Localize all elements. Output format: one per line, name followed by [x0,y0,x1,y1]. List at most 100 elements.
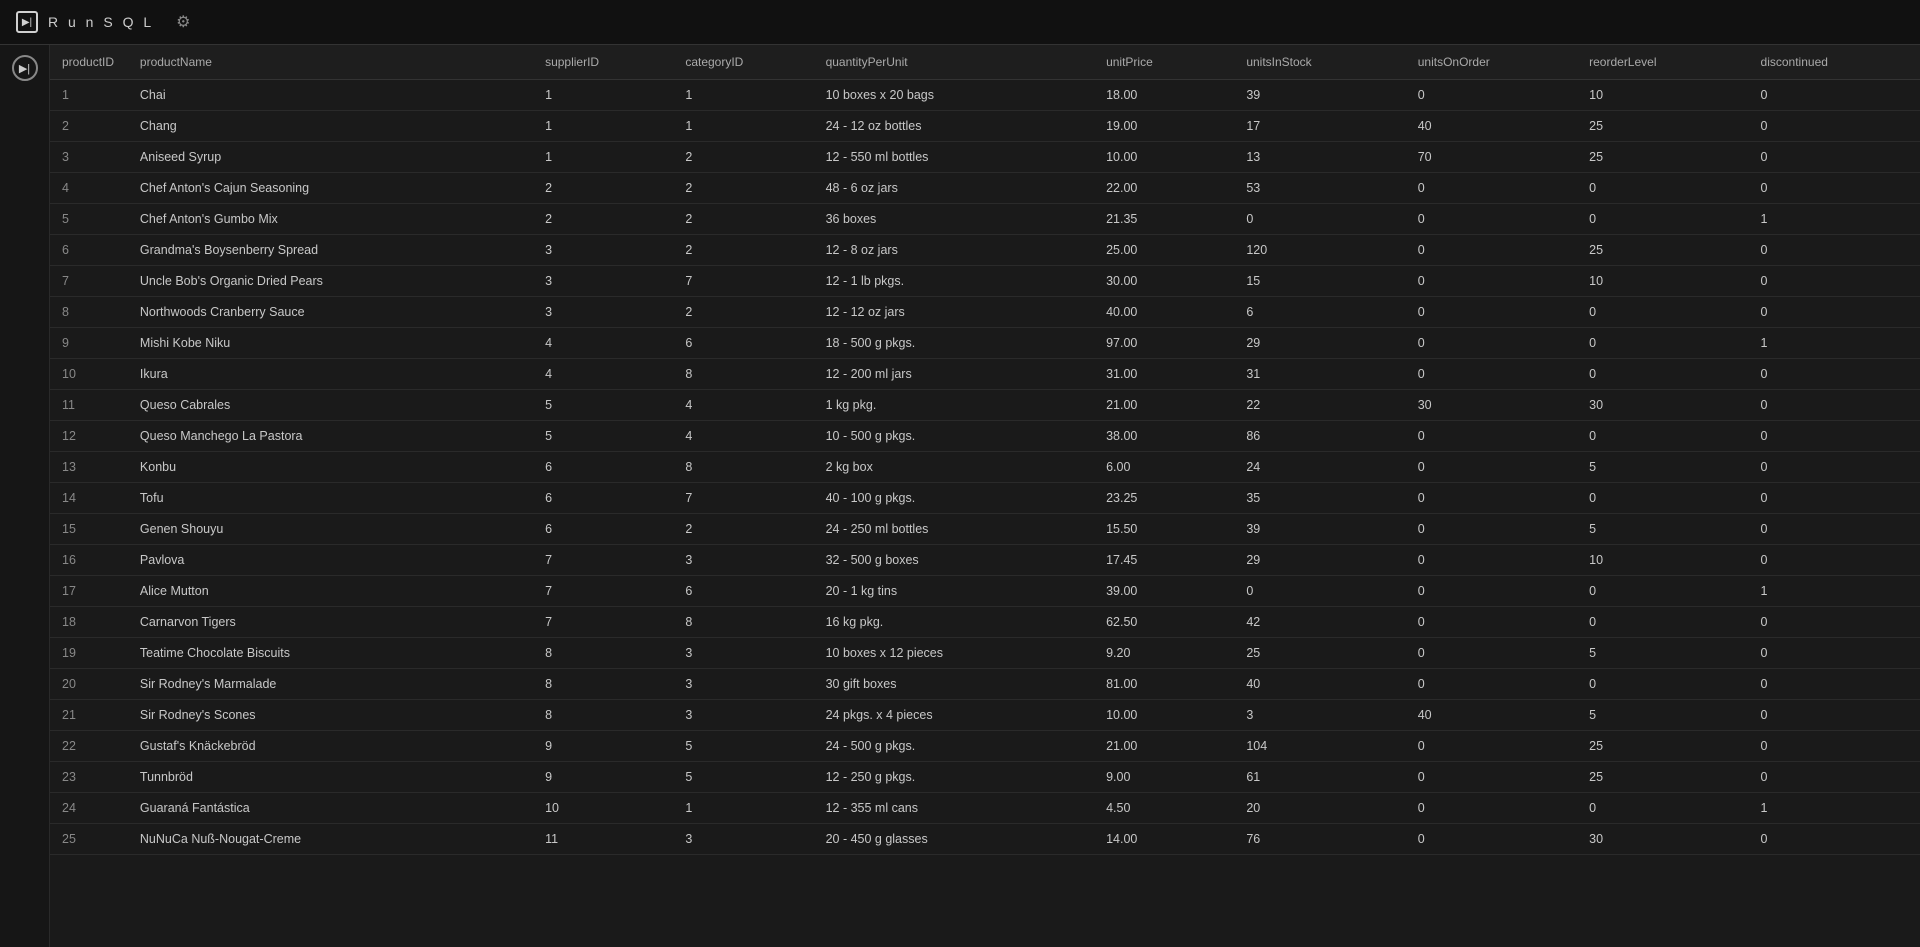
cell-unitsonorder: 0 [1406,514,1577,545]
cell-unitsonorder: 0 [1406,359,1577,390]
cell-discontinued: 0 [1749,762,1920,793]
table-row[interactable]: 13Konbu682 kg box6.0024050 [50,452,1920,483]
col-header-quantityperunit[interactable]: quantityPerUnit [814,45,1095,80]
cell-unitsonorder: 70 [1406,142,1577,173]
cell-reorderlevel: 0 [1577,359,1748,390]
cell-unitprice: 97.00 [1094,328,1234,359]
cell-productname: Grandma's Boysenberry Spread [128,235,533,266]
cell-unitsonorder: 0 [1406,173,1577,204]
cell-quantityperunit: 1 kg pkg. [814,390,1095,421]
cell-unitsonorder: 0 [1406,607,1577,638]
cell-discontinued: 0 [1749,452,1920,483]
cell-productname: Genen Shouyu [128,514,533,545]
cell-unitsinstock: 76 [1234,824,1405,855]
cell-productid: 10 [50,359,128,390]
table-row[interactable]: 21Sir Rodney's Scones8324 pkgs. x 4 piec… [50,700,1920,731]
cell-productname: NuNuCa Nuß-Nougat-Creme [128,824,533,855]
cell-unitsinstock: 22 [1234,390,1405,421]
table-row[interactable]: 15Genen Shouyu6224 - 250 ml bottles15.50… [50,514,1920,545]
cell-discontinued: 1 [1749,204,1920,235]
cell-unitsinstock: 39 [1234,80,1405,111]
col-header-discontinued[interactable]: discontinued [1749,45,1920,80]
table-row[interactable]: 19Teatime Chocolate Biscuits8310 boxes x… [50,638,1920,669]
cell-quantityperunit: 20 - 450 g glasses [814,824,1095,855]
table-row[interactable]: 11Queso Cabrales541 kg pkg.21.002230300 [50,390,1920,421]
cell-productname: Tunnbröd [128,762,533,793]
table-row[interactable]: 4Chef Anton's Cajun Seasoning2248 - 6 oz… [50,173,1920,204]
table-row[interactable]: 16Pavlova7332 - 500 g boxes17.45290100 [50,545,1920,576]
cell-unitsinstock: 0 [1234,576,1405,607]
app-name: R u n S Q L [48,14,154,30]
cell-discontinued: 0 [1749,483,1920,514]
table-row[interactable]: 10Ikura4812 - 200 ml jars31.0031000 [50,359,1920,390]
cell-quantityperunit: 12 - 200 ml jars [814,359,1095,390]
cell-categoryid: 8 [673,452,813,483]
table-row[interactable]: 17Alice Mutton7620 - 1 kg tins39.000001 [50,576,1920,607]
cell-discontinued: 1 [1749,576,1920,607]
cell-quantityperunit: 20 - 1 kg tins [814,576,1095,607]
cell-unitsinstock: 15 [1234,266,1405,297]
cell-reorderlevel: 0 [1577,669,1748,700]
cell-unitprice: 21.35 [1094,204,1234,235]
cell-unitsonorder: 0 [1406,793,1577,824]
cell-productid: 6 [50,235,128,266]
col-header-unitsinstock[interactable]: unitsInStock [1234,45,1405,80]
table-row[interactable]: 12Queso Manchego La Pastora5410 - 500 g … [50,421,1920,452]
cell-quantityperunit: 24 - 500 g pkgs. [814,731,1095,762]
cell-reorderlevel: 5 [1577,514,1748,545]
cell-unitsinstock: 61 [1234,762,1405,793]
cell-reorderlevel: 10 [1577,545,1748,576]
col-header-unitsonorder[interactable]: unitsOnOrder [1406,45,1577,80]
col-header-reorderlevel[interactable]: reorderLevel [1577,45,1748,80]
cell-unitsonorder: 0 [1406,762,1577,793]
table-row[interactable]: 6Grandma's Boysenberry Spread3212 - 8 oz… [50,235,1920,266]
cell-reorderlevel: 25 [1577,731,1748,762]
table-row[interactable]: 8Northwoods Cranberry Sauce3212 - 12 oz … [50,297,1920,328]
cell-quantityperunit: 30 gift boxes [814,669,1095,700]
cell-quantityperunit: 12 - 8 oz jars [814,235,1095,266]
cell-unitprice: 21.00 [1094,731,1234,762]
cell-supplierid: 9 [533,731,673,762]
cell-unitprice: 62.50 [1094,607,1234,638]
table-row[interactable]: 18Carnarvon Tigers7816 kg pkg.62.5042000 [50,607,1920,638]
cell-discontinued: 0 [1749,80,1920,111]
cell-unitprice: 17.45 [1094,545,1234,576]
table-row[interactable]: 14Tofu6740 - 100 g pkgs.23.2535000 [50,483,1920,514]
gear-icon[interactable]: ⚙ [176,12,190,32]
col-header-productid[interactable]: productID [50,45,128,80]
run-button[interactable]: ▶| [12,55,38,81]
col-header-supplierid[interactable]: supplierID [533,45,673,80]
cell-productid: 13 [50,452,128,483]
table-row[interactable]: 5Chef Anton's Gumbo Mix2236 boxes21.3500… [50,204,1920,235]
table-container[interactable]: productIDproductNamesupplierIDcategoryID… [50,45,1920,947]
cell-categoryid: 7 [673,483,813,514]
table-row[interactable]: 25NuNuCa Nuß-Nougat-Creme11320 - 450 g g… [50,824,1920,855]
table-row[interactable]: 24Guaraná Fantástica10112 - 355 ml cans4… [50,793,1920,824]
cell-categoryid: 2 [673,204,813,235]
cell-supplierid: 1 [533,142,673,173]
cell-categoryid: 8 [673,359,813,390]
col-header-categoryid[interactable]: categoryID [673,45,813,80]
cell-supplierid: 8 [533,700,673,731]
cell-categoryid: 6 [673,576,813,607]
cell-quantityperunit: 18 - 500 g pkgs. [814,328,1095,359]
cell-quantityperunit: 2 kg box [814,452,1095,483]
table-row[interactable]: 23Tunnbröd9512 - 250 g pkgs.9.00610250 [50,762,1920,793]
cell-productname: Sir Rodney's Marmalade [128,669,533,700]
table-row[interactable]: 2Chang1124 - 12 oz bottles19.001740250 [50,111,1920,142]
cell-quantityperunit: 10 boxes x 20 bags [814,80,1095,111]
cell-discontinued: 0 [1749,607,1920,638]
table-row[interactable]: 9Mishi Kobe Niku4618 - 500 g pkgs.97.002… [50,328,1920,359]
cell-productid: 24 [50,793,128,824]
table-row[interactable]: 22Gustaf's Knäckebröd9524 - 500 g pkgs.2… [50,731,1920,762]
cell-categoryid: 4 [673,421,813,452]
table-row[interactable]: 20Sir Rodney's Marmalade8330 gift boxes8… [50,669,1920,700]
col-header-unitprice[interactable]: unitPrice [1094,45,1234,80]
cell-reorderlevel: 0 [1577,204,1748,235]
table-row[interactable]: 3Aniseed Syrup1212 - 550 ml bottles10.00… [50,142,1920,173]
table-row[interactable]: 7Uncle Bob's Organic Dried Pears3712 - 1… [50,266,1920,297]
table-row[interactable]: 1Chai1110 boxes x 20 bags18.00390100 [50,80,1920,111]
cell-discontinued: 0 [1749,731,1920,762]
col-header-productname[interactable]: productName [128,45,533,80]
cell-unitprice: 31.00 [1094,359,1234,390]
